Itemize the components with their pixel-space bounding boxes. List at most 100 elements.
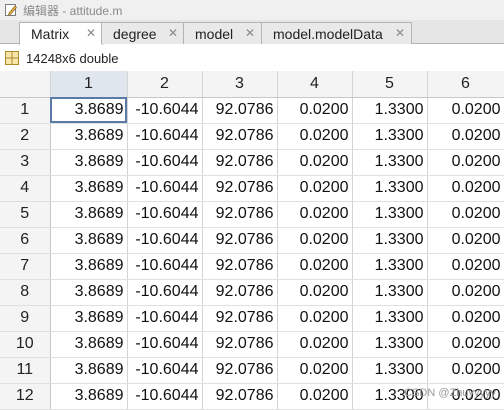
table-cell[interactable]: -10.6044 [127, 331, 203, 358]
table-cell[interactable]: 3.8689 [50, 201, 128, 228]
column-header[interactable]: 4 [277, 71, 353, 98]
table-cell[interactable]: -10.6044 [127, 201, 203, 228]
table-cell[interactable]: 1.3300 [352, 331, 428, 358]
table-cell[interactable]: 3.8689 [50, 227, 128, 254]
table-cell[interactable]: 0.0200 [277, 305, 353, 332]
close-icon[interactable]: ✕ [86, 26, 96, 40]
table-cell[interactable]: -10.6044 [127, 123, 203, 150]
row-header[interactable]: 9 [0, 305, 51, 332]
table-cell[interactable]: 1.3300 [352, 123, 428, 150]
table-cell[interactable]: 3.8689 [50, 123, 128, 150]
tab-degree[interactable]: degree ✕ [101, 22, 185, 44]
table-row: 7 3.8689 -10.6044 92.0786 0.0200 1.3300 0.0200 [0, 253, 504, 280]
column-header[interactable]: 3 [202, 71, 278, 98]
table-cell[interactable]: -10.6044 [127, 253, 203, 280]
row-header[interactable]: 6 [0, 227, 51, 254]
table-cell[interactable]: 0.0200 [277, 383, 353, 410]
table-cell[interactable]: 1.3300 [352, 97, 428, 124]
tab-model[interactable]: model ✕ [183, 22, 262, 44]
column-header[interactable]: 5 [352, 71, 428, 98]
table-cell[interactable]: 92.0786 [202, 331, 278, 358]
column-header[interactable]: 1 [50, 71, 128, 98]
row-header[interactable]: 10 [0, 331, 51, 358]
tab-model-modeldata[interactable]: model.modelData ✕ [261, 22, 412, 44]
table-cell[interactable]: 0.0200 [427, 305, 504, 332]
table-cell[interactable]: 92.0786 [202, 175, 278, 202]
row-header[interactable]: 1 [0, 97, 51, 124]
tab-matrix[interactable]: Matrix ✕ [19, 22, 103, 45]
close-icon[interactable]: ✕ [395, 26, 405, 40]
table-cell[interactable]: 92.0786 [202, 279, 278, 306]
row-header[interactable]: 4 [0, 175, 51, 202]
corner-cell[interactable] [0, 71, 51, 98]
table-cell[interactable]: 0.0200 [277, 227, 353, 254]
table-cell[interactable]: 92.0786 [202, 383, 278, 410]
table-cell[interactable]: 0.0200 [277, 201, 353, 228]
table-cell[interactable]: 0.0200 [277, 331, 353, 358]
table-cell[interactable]: -10.6044 [127, 279, 203, 306]
table-cell[interactable]: 92.0786 [202, 123, 278, 150]
table-cell[interactable]: 92.0786 [202, 227, 278, 254]
table-cell[interactable]: 92.0786 [202, 357, 278, 384]
table-cell[interactable]: 1.3300 [352, 149, 428, 176]
row-header[interactable]: 12 [0, 383, 51, 410]
table-cell[interactable]: 0.0200 [427, 357, 504, 384]
row-header[interactable]: 3 [0, 149, 51, 176]
table-cell[interactable]: 0.0200 [277, 279, 353, 306]
table-cell[interactable]: -10.6044 [127, 357, 203, 384]
table-cell[interactable]: 92.0786 [202, 201, 278, 228]
table-cell[interactable]: 0.0200 [277, 97, 353, 124]
table-cell[interactable]: 0.0200 [277, 149, 353, 176]
row-header[interactable]: 8 [0, 279, 51, 306]
table-cell[interactable]: 92.0786 [202, 253, 278, 280]
table-cell[interactable]: 1.3300 [352, 227, 428, 254]
column-header[interactable]: 2 [127, 71, 203, 98]
table-cell[interactable]: 3.8689 [50, 253, 128, 280]
column-header[interactable]: 6 [427, 71, 504, 98]
table-cell[interactable]: 3.8689 [50, 357, 128, 384]
table-cell[interactable]: -10.6044 [127, 305, 203, 332]
close-icon[interactable]: ✕ [245, 26, 255, 40]
table-cell[interactable]: 0.0200 [427, 227, 504, 254]
table-cell[interactable]: 0.0200 [427, 97, 504, 124]
table-cell[interactable]: 1.3300 [352, 253, 428, 280]
table-cell[interactable]: 0.0200 [277, 123, 353, 150]
table-cell[interactable]: 1.3300 [352, 305, 428, 332]
table-cell[interactable]: 3.8689 [50, 175, 128, 202]
table-cell[interactable]: 1.3300 [352, 175, 428, 202]
row-header[interactable]: 11 [0, 357, 51, 384]
table-cell[interactable]: 0.0200 [427, 149, 504, 176]
table-cell[interactable]: 1.3300 [352, 357, 428, 384]
table-cell[interactable]: 92.0786 [202, 149, 278, 176]
table-cell[interactable]: 0.0200 [427, 279, 504, 306]
table-cell[interactable]: 0.0200 [427, 201, 504, 228]
table-row: 4 3.8689 -10.6044 92.0786 0.0200 1.3300 0.0200 [0, 175, 504, 202]
table-cell[interactable]: 92.0786 [202, 97, 278, 124]
row-header[interactable]: 7 [0, 253, 51, 280]
table-cell[interactable]: 0.0200 [277, 253, 353, 280]
row-header[interactable]: 2 [0, 123, 51, 150]
table-cell[interactable]: 0.0200 [427, 175, 504, 202]
table-cell[interactable]: 0.0200 [277, 175, 353, 202]
table-cell[interactable]: -10.6044 [127, 383, 203, 410]
close-icon[interactable]: ✕ [168, 26, 178, 40]
table-cell[interactable]: 3.8689 [50, 279, 128, 306]
table-cell[interactable]: -10.6044 [127, 149, 203, 176]
table-cell[interactable]: 0.0200 [427, 331, 504, 358]
table-cell[interactable]: -10.6044 [127, 175, 203, 202]
table-cell[interactable]: 3.8689 [50, 149, 128, 176]
table-cell[interactable]: 3.8689 [50, 97, 128, 124]
table-cell[interactable]: 3.8689 [50, 331, 128, 358]
table-cell[interactable]: 3.8689 [50, 305, 128, 332]
table-cell[interactable]: 1.3300 [352, 279, 428, 306]
table-cell[interactable]: 3.8689 [50, 383, 128, 410]
row-header[interactable]: 5 [0, 201, 51, 228]
variable-grid[interactable]: 1 2 3 4 5 6 1 3.8689 -10.6044 92.0786 0.0200… [0, 71, 504, 410]
table-cell[interactable]: -10.6044 [127, 97, 203, 124]
table-cell[interactable]: 0.0200 [427, 253, 504, 280]
table-cell[interactable]: 0.0200 [277, 357, 353, 384]
table-cell[interactable]: 1.3300 [352, 201, 428, 228]
table-cell[interactable]: -10.6044 [127, 227, 203, 254]
table-cell[interactable]: 92.0786 [202, 305, 278, 332]
table-cell[interactable]: 0.0200 [427, 123, 504, 150]
